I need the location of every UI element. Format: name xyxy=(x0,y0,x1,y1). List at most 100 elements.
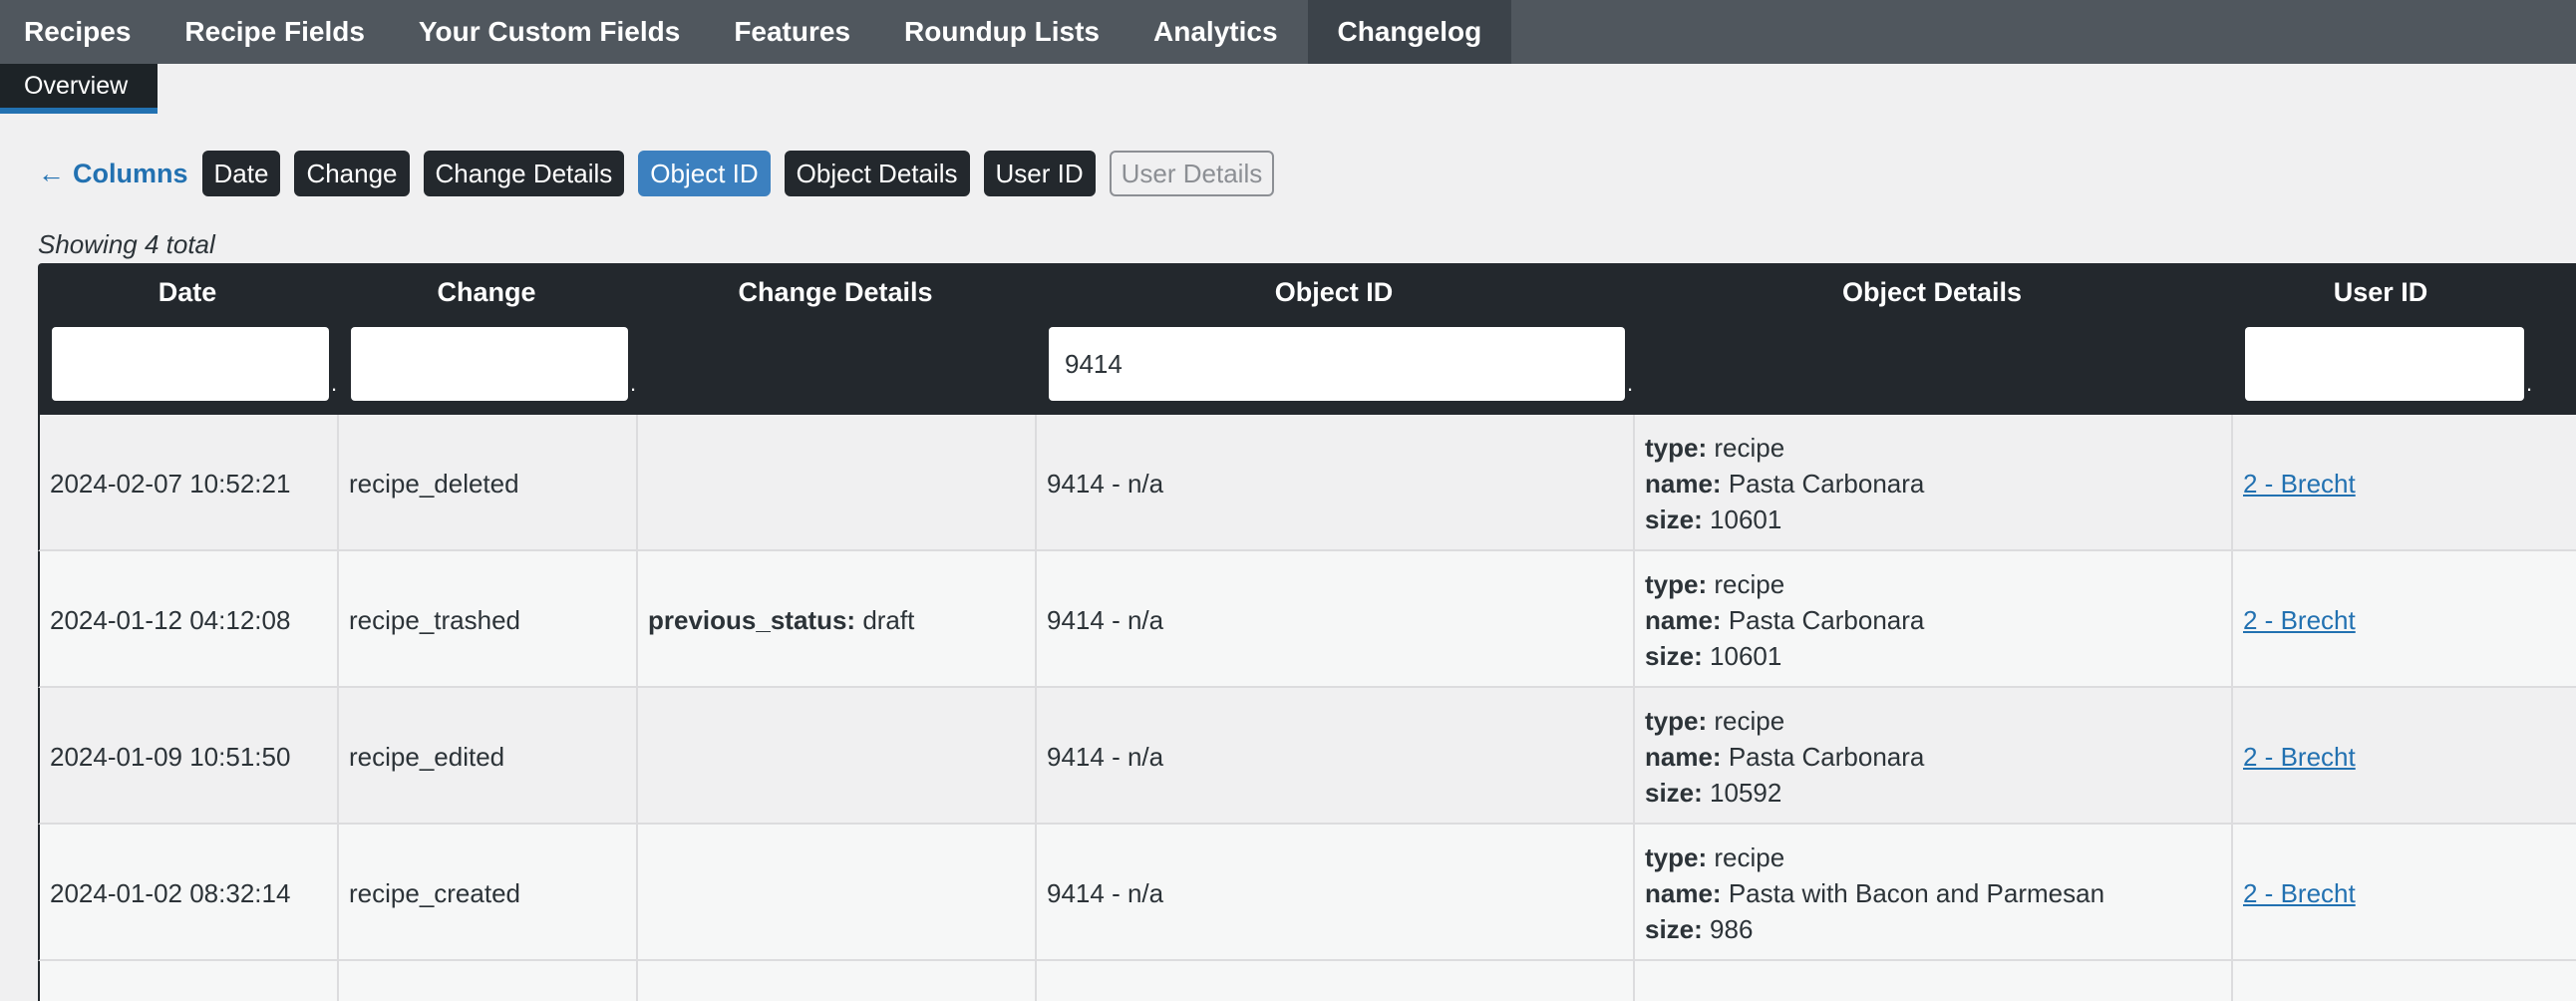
header-change: Change . xyxy=(337,263,636,415)
detail-value: Pasta Carbonara xyxy=(1728,604,1925,635)
cell-empty xyxy=(1635,961,2233,1001)
change-filter-input[interactable] xyxy=(351,327,628,401)
object-id-filter-input[interactable] xyxy=(1049,327,1625,401)
tab-your-custom-fields[interactable]: Your Custom Fields xyxy=(395,0,710,64)
cell-object-id: 9414 - n/a xyxy=(1037,825,1635,961)
detail-key: previous_status: xyxy=(648,604,856,635)
detail-key: size: xyxy=(1645,640,1703,671)
cell-change-details xyxy=(638,415,1037,551)
cell-object-details: type: recipe name: Pasta Carbonara size:… xyxy=(1635,415,2233,551)
detail-value: 10601 xyxy=(1710,503,1782,534)
header-user-id: User ID . xyxy=(2231,263,2533,415)
detail-value: 10601 xyxy=(1710,640,1782,671)
header-user-id-label: User ID xyxy=(2333,276,2428,307)
user-link[interactable]: 2 - Brecht xyxy=(2243,466,2356,501)
user-link[interactable]: 2 - Brecht xyxy=(2243,739,2356,775)
detail-value: 10592 xyxy=(1710,777,1782,808)
cell-change-details xyxy=(638,688,1037,825)
detail-value: recipe xyxy=(1714,705,1785,736)
cell-date: 2024-01-12 04:12:08 xyxy=(40,551,339,688)
detail-value: recipe xyxy=(1714,841,1785,872)
table-row: 2024-02-07 10:52:21 recipe_deleted 9414 … xyxy=(38,415,2576,551)
cell-empty xyxy=(638,961,1037,1001)
detail-value: recipe xyxy=(1714,568,1785,599)
header-change-label: Change xyxy=(437,276,536,307)
cell-change: recipe_trashed xyxy=(339,551,638,688)
top-navigation: Recipes Recipe Fields Your Custom Fields… xyxy=(0,0,2576,64)
cell-date: 2024-01-09 10:51:50 xyxy=(40,688,339,825)
tab-roundup-lists[interactable]: Roundup Lists xyxy=(880,0,1129,64)
user-link[interactable]: 2 - Brecht xyxy=(2243,602,2356,638)
cell-object-details: type: recipe name: Pasta Carbonara size:… xyxy=(1635,688,2233,825)
table-row: 2024-01-12 04:12:08 recipe_trashed previ… xyxy=(38,551,2576,688)
cell-user-id: 2 - Brecht xyxy=(2233,551,2576,688)
user-id-filter-input[interactable] xyxy=(2245,327,2524,401)
cell-object-details: type: recipe name: Pasta with Bacon and … xyxy=(1635,825,2233,961)
table-header: Date . Change . Change Details Object ID… xyxy=(38,263,2576,415)
cell-object-details: type: recipe name: Pasta Carbonara size:… xyxy=(1635,551,2233,688)
columns-label: Columns xyxy=(73,158,188,188)
cell-change-details xyxy=(638,825,1037,961)
header-date-label: Date xyxy=(158,276,217,307)
detail-value: recipe xyxy=(1714,432,1785,463)
subtab-overview[interactable]: Overview xyxy=(0,64,158,114)
detail-key: name: xyxy=(1645,468,1722,499)
cell-user-id: 2 - Brecht xyxy=(2233,825,2576,961)
header-object-details: Object Details xyxy=(1633,263,2231,415)
header-change-details: Change Details xyxy=(636,263,1035,415)
detail-value: Pasta Carbonara xyxy=(1728,468,1925,499)
column-toggle-change[interactable]: Change xyxy=(294,151,410,196)
tab-changelog[interactable]: Changelog xyxy=(1307,0,1512,64)
cell-empty xyxy=(2233,961,2576,1001)
cell-date: 2024-02-07 10:52:21 xyxy=(40,415,339,551)
detail-key: name: xyxy=(1645,877,1722,908)
cell-object-id: 9414 - n/a xyxy=(1037,415,1635,551)
column-toggle-object-details[interactable]: Object Details xyxy=(784,151,970,196)
date-filter-input[interactable] xyxy=(52,327,329,401)
tab-recipe-fields[interactable]: Recipe Fields xyxy=(161,0,395,64)
header-object-id: Object ID . xyxy=(1035,263,1633,415)
detail-key: size: xyxy=(1645,503,1703,534)
detail-key: size: xyxy=(1645,913,1703,944)
table-row: 2024-01-09 10:51:50 recipe_edited 9414 -… xyxy=(38,688,2576,825)
detail-key: type: xyxy=(1645,568,1708,599)
detail-key: name: xyxy=(1645,604,1722,635)
tab-recipes[interactable]: Recipes xyxy=(0,0,161,64)
filter-separator: . xyxy=(2526,371,2533,396)
columns-back-link[interactable]: ← Columns xyxy=(38,159,188,189)
detail-key: size: xyxy=(1645,777,1703,808)
header-date: Date . xyxy=(38,263,337,415)
cell-user-id: 2 - Brecht xyxy=(2233,415,2576,551)
column-toggle-object-id[interactable]: Object ID xyxy=(638,151,771,196)
column-toggle-user-details[interactable]: User Details xyxy=(1109,151,1275,196)
column-toggle-change-details[interactable]: Change Details xyxy=(423,151,625,196)
detail-value: Pasta Carbonara xyxy=(1728,741,1925,772)
header-object-id-label: Object ID xyxy=(1274,276,1394,307)
detail-value: draft xyxy=(862,604,915,635)
header-change-details-label: Change Details xyxy=(738,276,933,307)
cell-empty xyxy=(40,961,339,1001)
table-row-partial xyxy=(38,961,2576,1001)
tab-features[interactable]: Features xyxy=(710,0,880,64)
cell-change: recipe_deleted xyxy=(339,415,638,551)
detail-key: type: xyxy=(1645,705,1708,736)
sub-navigation: Overview xyxy=(0,64,2576,120)
cell-empty xyxy=(339,961,638,1001)
cell-change: recipe_created xyxy=(339,825,638,961)
changelog-table: Date . Change . Change Details Object ID… xyxy=(38,263,2576,1001)
detail-key: type: xyxy=(1645,432,1708,463)
cell-date: 2024-01-02 08:32:14 xyxy=(40,825,339,961)
cell-change: recipe_edited xyxy=(339,688,638,825)
table-row: 2024-01-02 08:32:14 recipe_created 9414 … xyxy=(38,825,2576,961)
user-link[interactable]: 2 - Brecht xyxy=(2243,875,2356,911)
results-count: Showing 4 total xyxy=(38,229,215,259)
header-object-details-label: Object Details xyxy=(1841,276,2023,307)
cell-object-id: 9414 - n/a xyxy=(1037,688,1635,825)
detail-value: 986 xyxy=(1710,913,1754,944)
cell-change-details: previous_status: draft xyxy=(638,551,1037,688)
column-toggle-bar: ← Columns Date Change Change Details Obj… xyxy=(38,151,1275,196)
column-toggle-user-id[interactable]: User ID xyxy=(983,151,1096,196)
column-toggle-date[interactable]: Date xyxy=(201,151,281,196)
cell-object-id: 9414 - n/a xyxy=(1037,551,1635,688)
tab-analytics[interactable]: Analytics xyxy=(1129,0,1308,64)
